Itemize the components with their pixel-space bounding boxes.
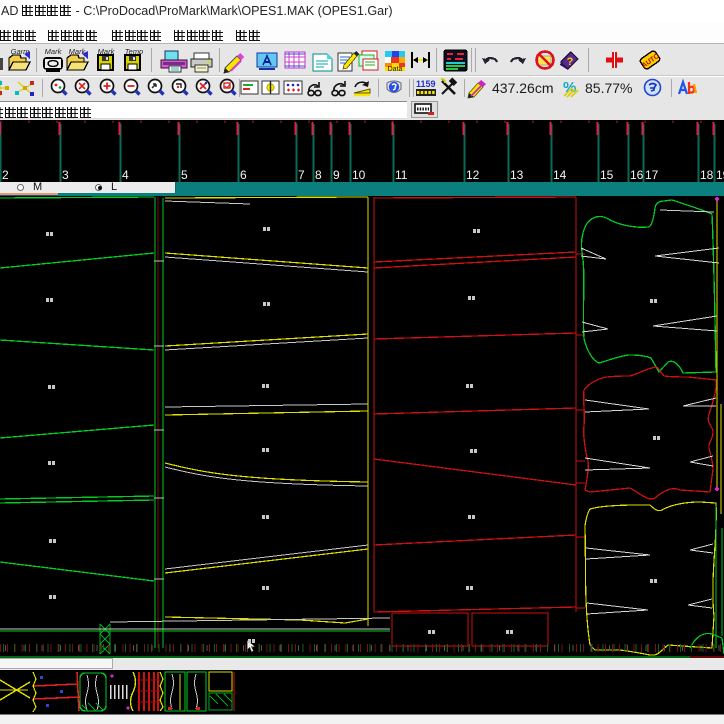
svg-text:?: ? (567, 56, 574, 68)
svg-text:7: 7 (298, 168, 305, 182)
svg-text:9: 9 (333, 168, 340, 182)
svg-text:Mark: Mark (45, 47, 63, 56)
svg-text:17: 17 (645, 168, 659, 182)
svg-text:3: 3 (62, 168, 69, 182)
svg-text:19: 19 (716, 168, 724, 182)
svg-text:1159: 1159 (416, 79, 436, 89)
svg-text:13: 13 (510, 168, 524, 182)
svg-text:18: 18 (700, 168, 714, 182)
svg-text:16: 16 (630, 168, 644, 182)
svg-text:6: 6 (240, 168, 247, 182)
svg-text:15: 15 (600, 168, 614, 182)
svg-text:10: 10 (352, 168, 366, 182)
svg-text:11: 11 (395, 168, 408, 182)
svg-text:14: 14 (553, 168, 567, 182)
svg-text:8: 8 (315, 168, 322, 182)
svg-text:12: 12 (466, 168, 480, 182)
svg-text:Data: Data (388, 66, 403, 73)
svg-text:2: 2 (2, 168, 9, 182)
svg-text:5: 5 (181, 168, 188, 182)
svg-text:4: 4 (122, 168, 129, 182)
